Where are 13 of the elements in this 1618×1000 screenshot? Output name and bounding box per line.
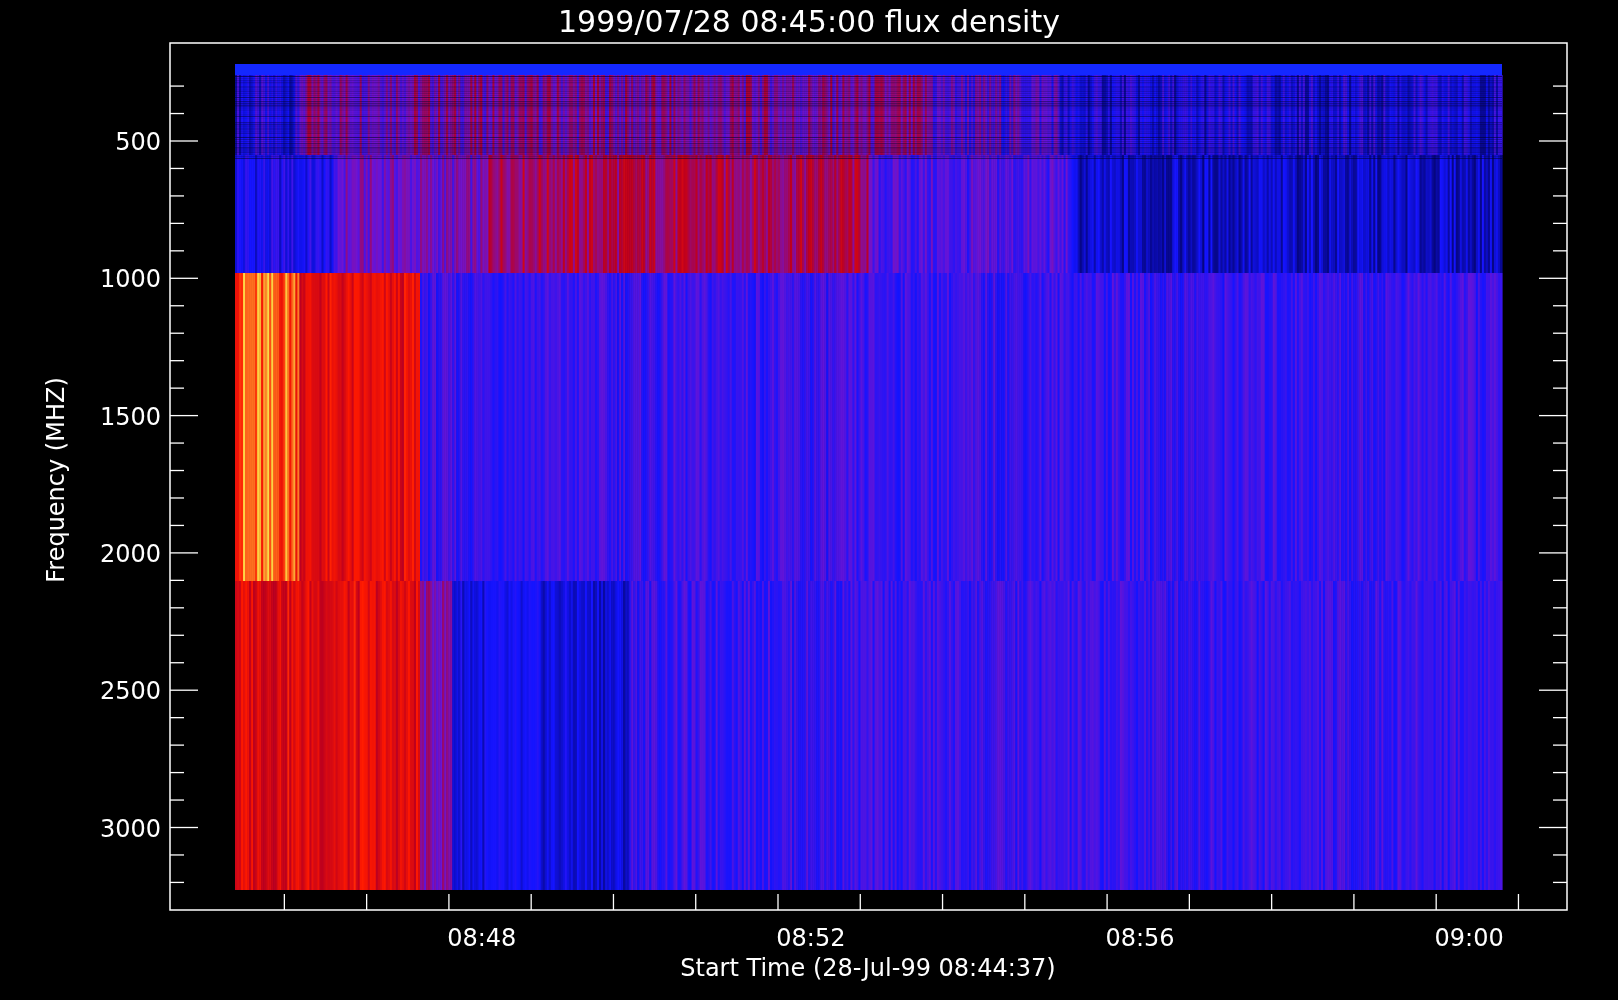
y-axis-label: Frequency (MHZ) — [42, 377, 70, 583]
y-tick-label: 1500 — [99, 402, 161, 431]
y-tick-label: 1000 — [99, 265, 161, 294]
y-tick-label: 500 — [115, 128, 161, 156]
y-tick-label: 3000 — [99, 814, 161, 843]
y-tick-label: 2500 — [99, 677, 161, 706]
x-tick-label: 08:48 — [447, 924, 517, 952]
x-axis-label: Start Time (28-Jul-99 08:44:37) — [680, 954, 1056, 982]
x-tick-label: 08:56 — [1105, 924, 1175, 952]
y-tick-label: 2000 — [99, 539, 161, 568]
chart-title: 1999/07/28 08:45:00 flux density — [558, 4, 1060, 39]
x-tick-label: 09:00 — [1434, 924, 1504, 952]
x-tick-label: 08:52 — [776, 924, 846, 952]
